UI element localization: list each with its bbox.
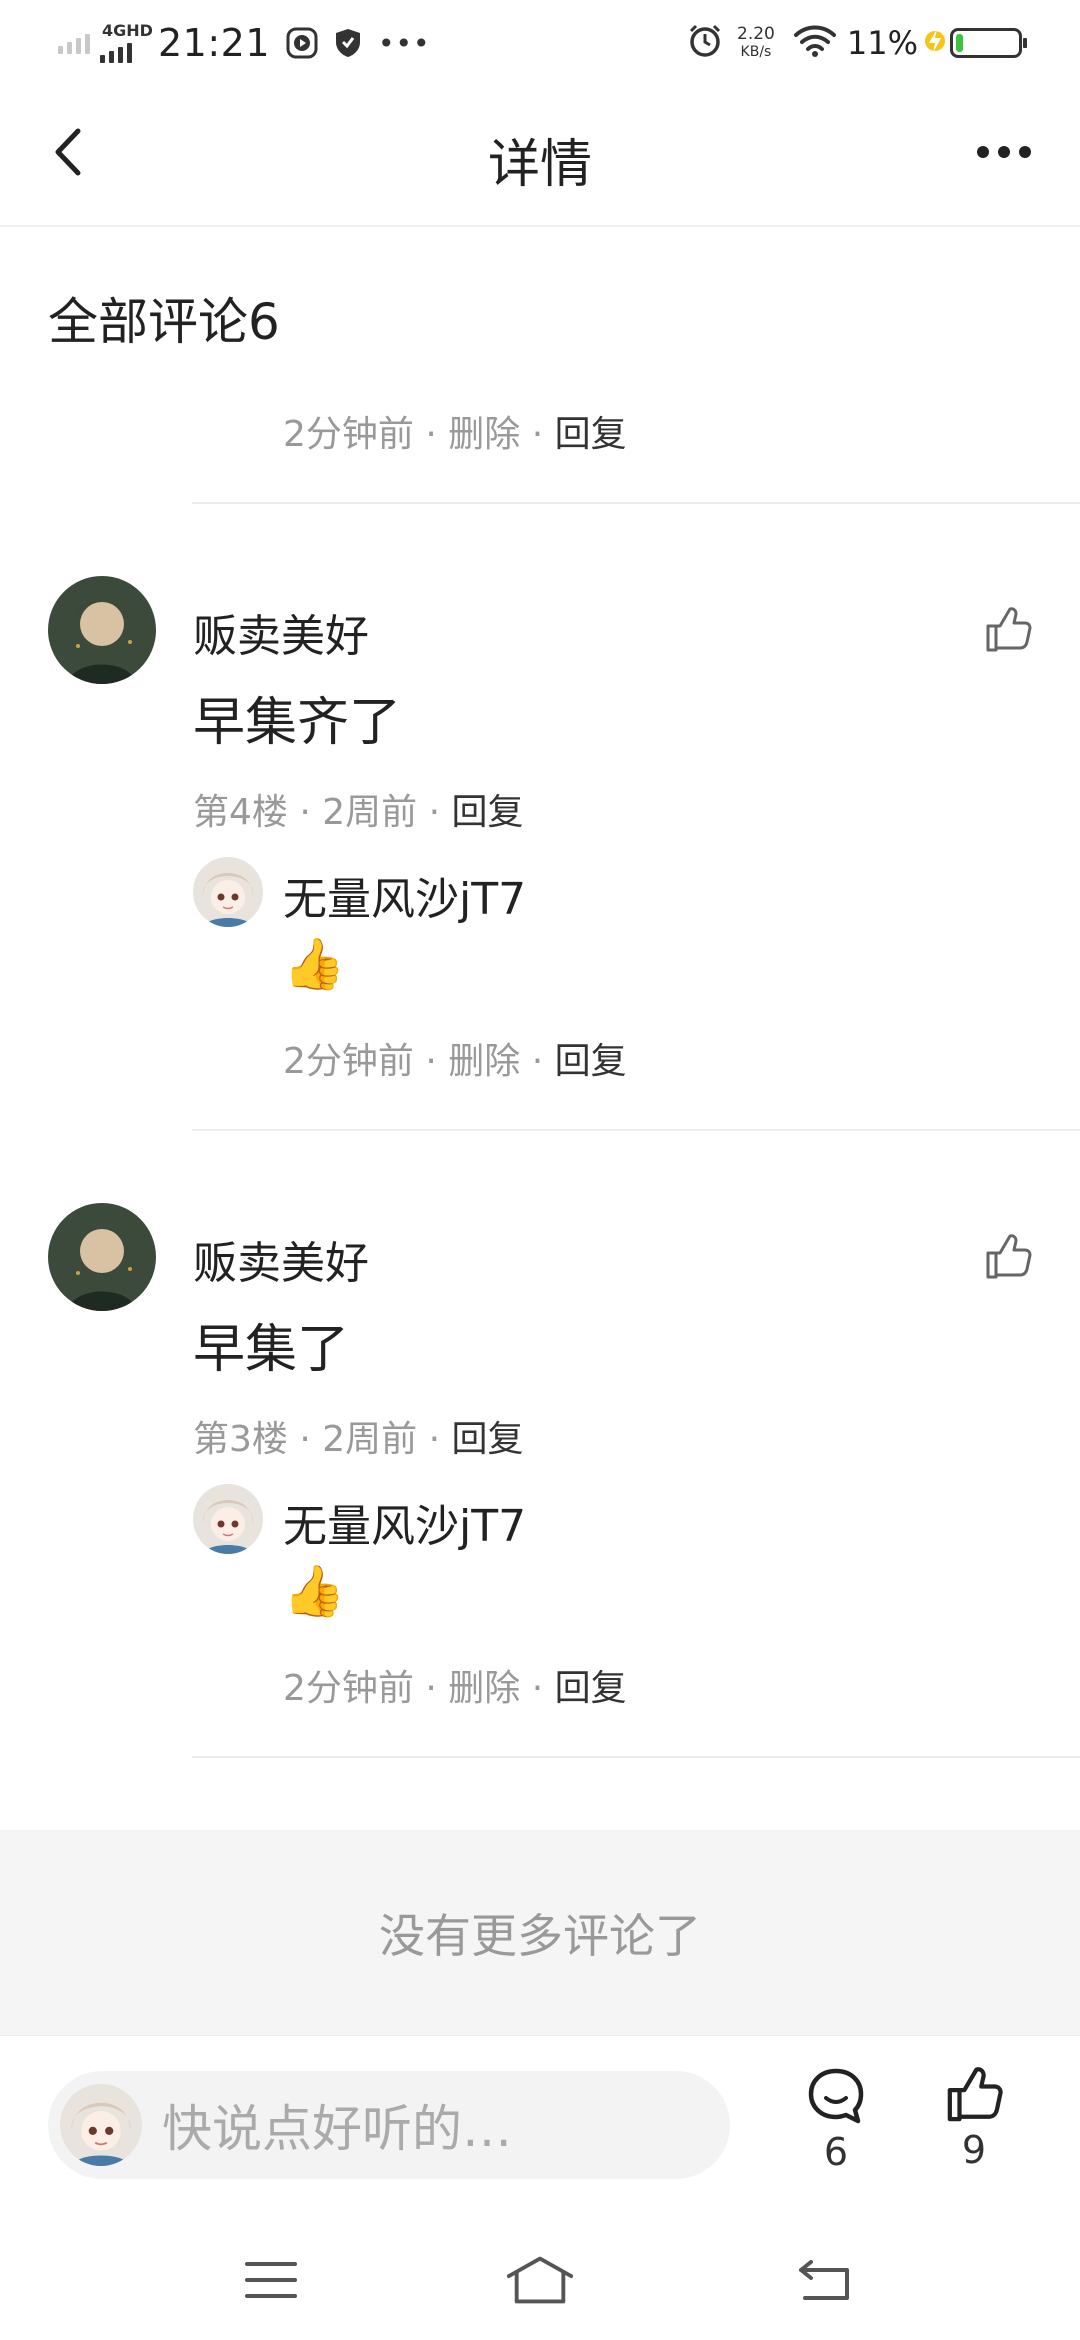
avatar [60,2084,142,2166]
return-icon [799,2260,849,2300]
reply-meta: 2分钟前 · 删除 · 回复 [283,414,627,455]
avatar[interactable] [48,576,156,684]
comment-input[interactable]: 快说点好听的… [48,2071,730,2179]
page-title: 详情 [487,135,592,195]
shield-icon [334,27,362,59]
sub-reply-meta: 2分钟前 · 删除 · 回复 [283,1668,627,1709]
sub-reply-meta: 2分钟前 · 删除 · 回复 [283,1041,627,1082]
comment-floor: 第3楼 [193,1419,288,1460]
delete-link[interactable]: 删除 [448,1041,520,1082]
comment-count-button[interactable]: 6 [791,2066,881,2174]
status-bar-left: 4GHD 21:21 ••• [58,18,447,68]
comment-username[interactable]: 贩卖美好 [193,600,369,664]
reply-link[interactable]: 回复 [555,1668,627,1709]
delete-link[interactable]: 删除 [448,414,520,455]
reply-link[interactable]: 回复 [555,414,627,455]
app-header: 详情 [0,90,1080,227]
comment-text: 早集了 [193,1320,350,1380]
bottom-input-bar: 快说点好听的… 6 9 [0,2035,1080,2210]
more-horizontal-icon [977,146,989,158]
alarm-icon [687,23,723,63]
wifi-icon [793,24,837,62]
reply-time: 2分钟前 [283,1668,414,1709]
avatar[interactable] [193,1484,263,1554]
thumbs-up-icon [947,2067,1003,2122]
comment-count: 6 [823,2130,849,2174]
avatar[interactable] [193,857,263,927]
menu-nav-button[interactable] [236,2250,306,2310]
more-dots-icon: ••• [378,26,431,60]
status-time: 21:21 [158,21,271,65]
comment-text: 早集齐了 [193,693,402,753]
signal-4g-icon: 4GHD [98,21,153,65]
comment-meta: 第4楼 · 2周前 · 回复 [193,792,524,833]
comments-section-title: 全部评论6 [48,293,280,351]
comment-time: 2周前 [322,1419,418,1460]
divider [192,502,1080,504]
divider [192,1129,1080,1131]
sub-reply-username[interactable]: 无量风沙jT7 [283,863,526,927]
play-icon [286,27,318,59]
reply-link[interactable]: 回复 [452,1419,524,1460]
system-navigation-bar [0,2210,1080,2340]
comment-time: 2周前 [322,792,418,833]
reply-time: 2分钟前 [283,1041,414,1082]
comment-bubble-icon [808,2068,864,2124]
delete-link[interactable]: 删除 [448,1668,520,1709]
thumbs-up-icon [986,607,1032,652]
comment-like-button[interactable] [978,1227,1038,1287]
reply-link[interactable]: 回复 [452,792,524,833]
like-count: 9 [961,2128,987,2172]
net-speed-value: 2.20 [737,24,775,44]
sub-reply-username[interactable]: 无量风沙jT7 [283,1490,526,1554]
back-nav-button[interactable] [790,2250,860,2310]
menu-icon [245,2262,297,2298]
reply-link[interactable]: 回复 [555,1041,627,1082]
thumbs-up-emoji: 👍 [283,1562,346,1620]
battery-fill [956,34,964,52]
input-placeholder: 快说点好听的… [162,2100,512,2158]
net-speed-unit: KB/s [740,44,772,60]
comment-meta: 第3楼 · 2周前 · 回复 [193,1419,524,1460]
comment-username[interactable]: 贩卖美好 [193,1227,369,1291]
avatar[interactable] [48,1203,156,1311]
like-count-button[interactable]: 9 [929,2066,1019,2172]
thumbs-up-icon [986,1234,1032,1279]
divider [192,1756,1080,1758]
status-bar: 4GHD 21:21 ••• 2.20 KB/s 11% [0,0,1080,90]
comment-like-button[interactable] [978,600,1038,660]
network-type-label: 4GHD [102,21,153,40]
home-icon [506,2256,574,2304]
home-nav-button[interactable] [505,2250,575,2310]
no-more-comments: 没有更多评论了 [0,1830,1080,2035]
charging-icon [924,25,946,61]
thumbs-up-emoji: 👍 [283,935,346,993]
reply-time: 2分钟前 [283,414,414,455]
signal-weak-icon [58,32,90,54]
battery-icon [950,28,1027,58]
battery-percent: 11% [846,24,918,62]
comment-floor: 第4楼 [193,792,288,833]
net-speed: 2.20 KB/s [737,25,775,61]
more-button[interactable] [964,120,1044,184]
status-bar-right: 2.20 KB/s 11% [687,18,1027,68]
